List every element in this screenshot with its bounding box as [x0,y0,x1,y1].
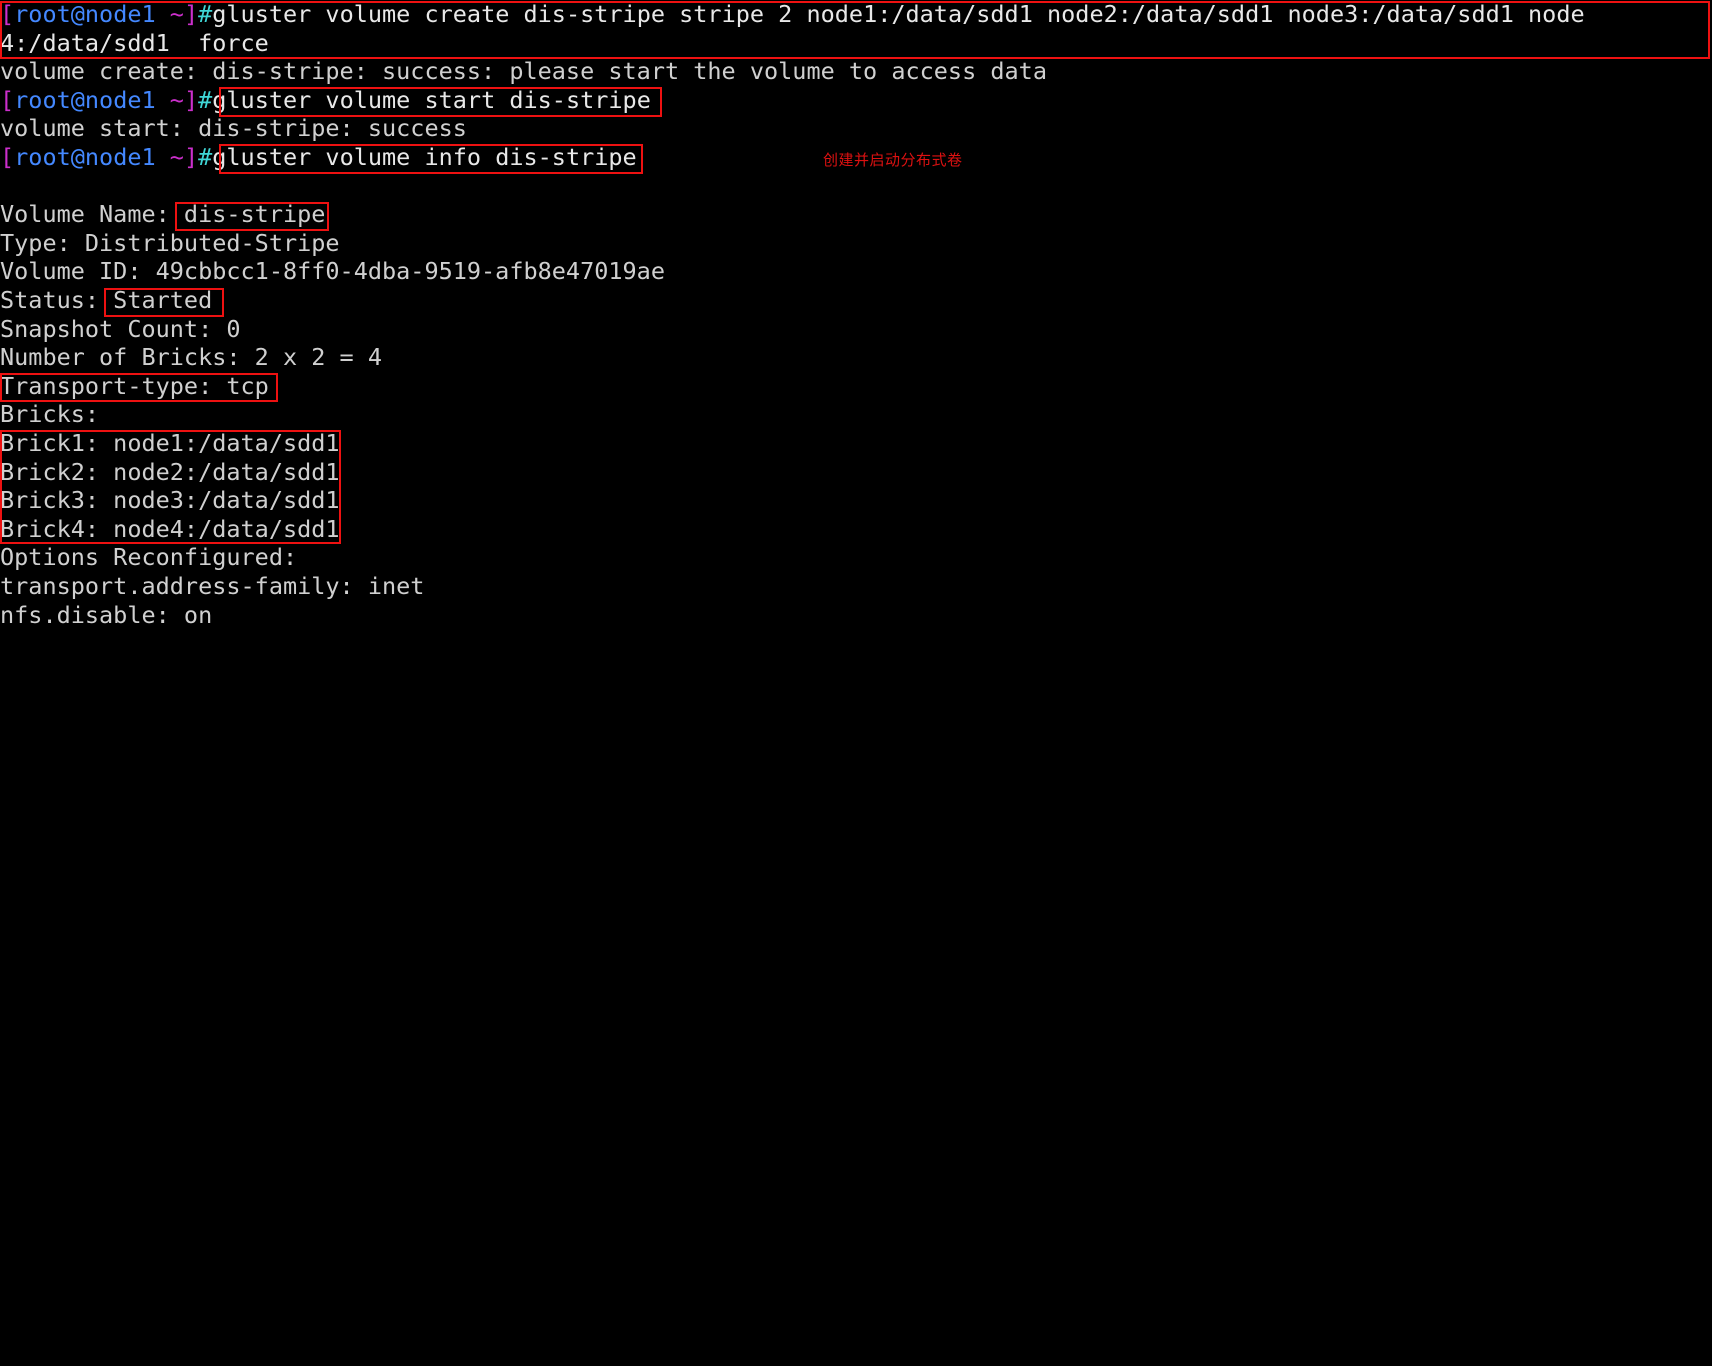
prompt-tilde: ~ [155,85,184,114]
output-volume-name: Volume Name: dis-stripe [0,200,326,229]
terminal-line-22: nfs.disable: on [0,601,212,630]
terminal-line-20: Options Reconfigured: [0,543,297,572]
terminal-window[interactable]: [root@node1 ~]#gluster volume create dis… [0,0,1712,683]
prompt-open-bracket: [ [0,0,15,28]
prompt-open-bracket: [ [0,85,15,114]
terminal-line-15: Bricks: [0,400,99,429]
terminal-line-16: Brick1: node1:/data/sdd1 [0,429,340,458]
output-number-of-bricks: Number of Bricks: 2 x 2 = 4 [0,343,383,372]
prompt-user-host: root@node1 [14,0,156,28]
output-volume-type: Type: Distributed-Stripe [0,228,340,257]
output-transport-type: Transport-type: tcp [0,371,269,400]
output-transport-address-family: transport.address-family: inet [0,572,425,600]
output-brick2: Brick2: node2:/data/sdd1 [0,457,340,486]
terminal-line-17: Brick2: node2:/data/sdd1 [0,458,340,487]
prompt-tilde: ~ [155,143,184,171]
output-brick1: Brick1: node1:/data/sdd1 [0,429,340,457]
terminal-line-18: Brick3: node3:/data/sdd1 [0,486,340,515]
output-nfs-disable: nfs.disable: on [0,600,213,629]
output-snapshot-count: Snapshot Count: 0 [0,314,241,343]
terminal-line-19: Brick4: node4:/data/sdd1 [0,515,340,544]
output-volume-status: Status: Started [0,286,213,314]
terminal-line-4: [root@node1 ~]#gluster volume start dis-… [0,86,651,115]
command-text-create: gluster volume create dis-stripe stripe … [212,0,1585,28]
terminal-line-1: [root@node1 ~]#gluster volume create dis… [0,0,1585,29]
terminal-line-6: [root@node1 ~]#gluster volume info dis-s… [0,143,637,172]
output-bricks-header: Bricks: [0,400,100,429]
terminal-line-2: 4:/data/sdd1 force [0,29,269,58]
prompt-close-bracket: ] [183,85,199,114]
terminal-line-3: volume create: dis-stripe: success: plea… [0,57,1047,86]
prompt-close-bracket: ] [183,0,199,28]
terminal-line-13: Number of Bricks: 2 x 2 = 4 [0,343,382,372]
terminal-line-9: Type: Distributed-Stripe [0,229,340,258]
prompt-tilde: ~ [155,0,184,28]
command-text-create-wrap: 4:/data/sdd1 force [0,28,269,57]
output-brick4: Brick4: node4:/data/sdd1 [0,514,340,543]
terminal-line-10: Volume ID: 49cbbcc1-8ff0-4dba-9519-afb8e… [0,257,665,286]
terminal-line-14: Transport-type: tcp [0,372,269,401]
prompt-hash: # [198,143,213,171]
terminal-line-11: Status: Started [0,286,212,315]
annotation-create-and-start-note: 创建并启动分布式卷 [823,151,963,169]
prompt-user-host: root@node1 [14,143,156,171]
terminal-line-21: transport.address-family: inet [0,572,424,601]
prompt-hash: # [198,85,213,114]
command-text-start: gluster volume start dis-stripe [212,85,651,114]
output-options-reconfigured: Options Reconfigured: [0,543,298,572]
output-create-success: volume create: dis-stripe: success: plea… [0,57,1047,86]
terminal-line-12: Snapshot Count: 0 [0,315,241,344]
output-volume-id: Volume ID: 49cbbcc1-8ff0-4dba-9519-afb8e… [0,257,665,286]
prompt-close-bracket: ] [183,143,199,171]
command-text-info: gluster volume info dis-stripe [212,143,637,171]
output-start-success: volume start: dis-stripe: success [0,114,467,143]
prompt-hash: # [198,0,213,28]
prompt-user-host: root@node1 [14,85,156,114]
output-brick3: Brick3: node3:/data/sdd1 [0,486,340,515]
terminal-line-5: volume start: dis-stripe: success [0,114,467,143]
prompt-open-bracket: [ [0,143,15,171]
terminal-line-8: Volume Name: dis-stripe [0,200,325,229]
